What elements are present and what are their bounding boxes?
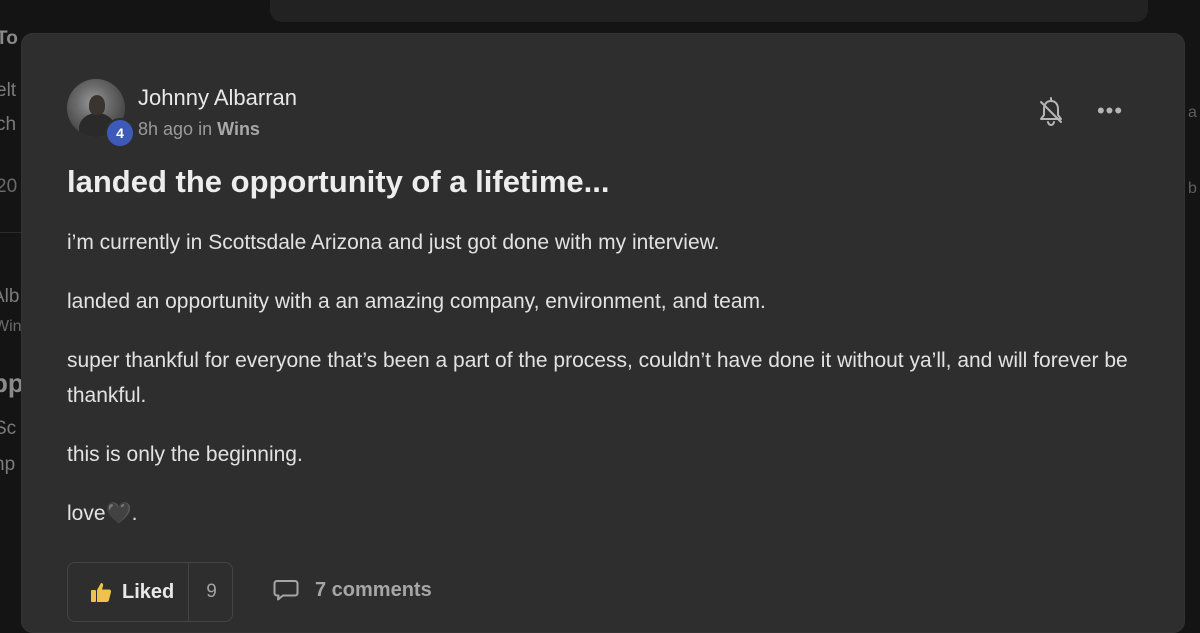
background-search-bar (270, 0, 1148, 22)
author-name[interactable]: Johnny Albarran (138, 85, 297, 111)
background-text: Alb (0, 286, 20, 307)
post-paragraph: this is only the beginning. (67, 443, 303, 466)
background-text: a (1188, 104, 1197, 121)
post-modal: 4 Johnny Albarran 8h ago in Wins ••• lan… (21, 33, 1185, 633)
liked-label: Liked (122, 580, 175, 603)
more-horizontal-icon[interactable]: ••• (1095, 99, 1125, 123)
background-text: Sc (0, 418, 17, 439)
comments-label: 7 comments (315, 578, 432, 601)
background-text: elt (0, 80, 17, 101)
avatar-head (89, 95, 105, 115)
post-paragraph: i’m currently in Scottsdale Arizona and … (67, 231, 720, 254)
background-text: np (0, 454, 16, 475)
background-text: 20 (0, 176, 18, 197)
comments-link[interactable]: 7 comments (273, 578, 432, 602)
level-badge: 4 (105, 118, 135, 148)
post-body: i’m currently in Scottsdale Arizona and … (67, 225, 1137, 555)
post-paragraph: landed an opportunity with a an amazing … (67, 290, 766, 313)
bell-off-icon[interactable] (1037, 97, 1065, 127)
like-toggle[interactable]: Liked (68, 563, 190, 621)
thumbs-up-icon (91, 583, 112, 602)
like-count[interactable]: 9 (189, 581, 217, 603)
background-text: ch (0, 114, 17, 135)
background-text: To (0, 28, 18, 49)
comment-icon (273, 580, 299, 601)
background-text: b (1188, 180, 1197, 197)
post-meta-in: in (198, 119, 213, 139)
post-paragraph: super thankful for everyone that’s been … (67, 349, 1128, 407)
like-button[interactable]: Liked 9 (67, 562, 233, 622)
background-text: Win (0, 318, 22, 335)
post-paragraph: love🖤. (67, 502, 138, 525)
post-meta: 8h ago in Wins (138, 119, 260, 140)
post-time: 8h ago (138, 119, 194, 139)
post-title: landed the opportunity of a lifetime... (67, 164, 610, 199)
post-category-link[interactable]: Wins (217, 119, 260, 139)
